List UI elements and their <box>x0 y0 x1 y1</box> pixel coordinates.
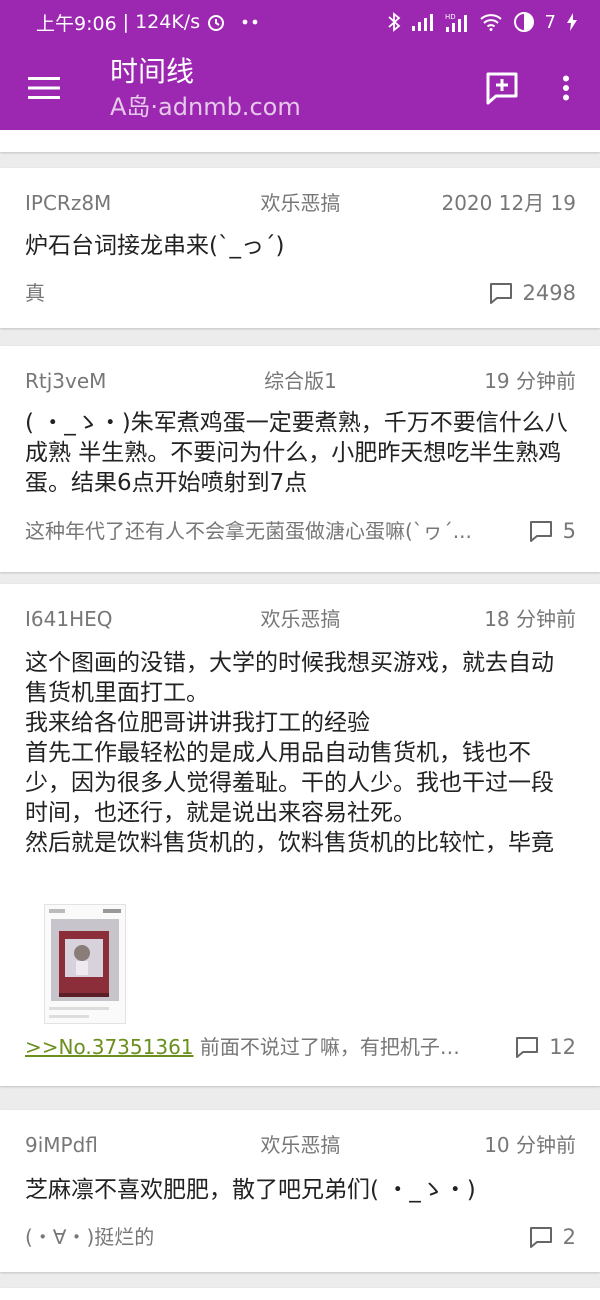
status-divider: | <box>122 11 130 33</box>
post-card[interactable]: IPCRz8M 欢乐恶搞 2020 12月 19 炉石台词接龙串来(`_っ´) … <box>0 168 600 328</box>
comment-icon <box>529 521 552 542</box>
post-image-thumbnail[interactable] <box>44 904 126 1024</box>
post-card-partial[interactable] <box>0 130 600 152</box>
post-card-partial[interactable] <box>0 1288 600 1300</box>
page-subtitle: A岛·adnmb.com <box>110 93 301 121</box>
wifi-icon <box>479 13 503 31</box>
post-time: 19 分钟前 <box>484 369 576 393</box>
post-footer: 这种年代了还有人不会拿无菌蛋做溏心蛋嘛(`ヮ´... 5 <box>25 516 576 546</box>
battery-saver-icon <box>513 11 535 33</box>
reply-count-value: 2 <box>562 1225 576 1249</box>
post-header: IPCRz8M 欢乐恶搞 2020 12月 19 <box>25 188 576 218</box>
timeline-feed[interactable]: IPCRz8M 欢乐恶搞 2020 12月 19 炉石台词接龙串来(`_っ´) … <box>0 130 600 1300</box>
reply-count-value: 5 <box>562 519 576 543</box>
quote-link[interactable]: >>No.37351361 <box>25 1035 194 1059</box>
post-header: 9iMPdfl 欢乐恶搞 10 分钟前 <box>25 1130 576 1160</box>
post-card[interactable]: Rtj3veM 综合版1 19 分钟前 ( ・_ゝ・)朱军煮鸡蛋一定要煮熟，千万… <box>0 346 600 572</box>
status-speed: 124K/s <box>135 11 201 33</box>
title-block: 时间线 A岛·adnmb.com <box>110 54 301 124</box>
reply-count: 2498 <box>489 278 576 308</box>
app-bar: 时间线 A岛·adnmb.com <box>0 44 600 130</box>
post-content: ( ・_ゝ・)朱军煮鸡蛋一定要煮熟，千万不要信什么八成熟 半生熟。不要问为什么，… <box>25 410 568 496</box>
charging-icon <box>566 13 578 31</box>
post-time: 18 分钟前 <box>484 607 576 631</box>
post-time: 10 分钟前 <box>484 1133 576 1157</box>
post-footer: (・∀・)挺烂的 2 <box>25 1222 576 1252</box>
status-bar: 上午9:06 | 124K/s HD 7 <box>0 0 600 44</box>
latest-reply-preview: (・∀・)挺烂的 <box>25 1225 155 1249</box>
latest-reply-preview: 真 <box>25 281 45 305</box>
post-card[interactable]: I641HEQ 欢乐恶搞 18 分钟前 这个图画的没错，大学的时候我想买游戏，就… <box>0 584 600 1086</box>
reply-count: 2 <box>529 1222 576 1252</box>
post-content: 炉石台词接龙串来(`_っ´) <box>25 233 285 259</box>
latest-reply-text: 前面不说过了嘛，有把机子整... <box>199 1035 476 1059</box>
vending-machine-image <box>45 905 125 1023</box>
bluetooth-icon <box>387 12 401 32</box>
reply-count-value: 12 <box>549 1035 576 1059</box>
post-content: 芝麻凛不喜欢肥肥，散了吧兄弟们( ・_ゝ・) <box>25 1177 476 1203</box>
alarm-icon <box>206 12 226 32</box>
latest-reply-preview: 这种年代了还有人不会拿无菌蛋做溏心蛋嘛(`ヮ´... <box>25 519 472 543</box>
post-footer: >>No.37351361 前面不说过了嘛，有把机子整... 12 <box>25 1032 576 1062</box>
post-header: I641HEQ 欢乐恶搞 18 分钟前 <box>25 604 576 634</box>
comment-icon <box>489 283 512 304</box>
page-title: 时间线 <box>110 55 195 88</box>
new-post-icon <box>486 72 518 105</box>
post-footer: 真 2498 <box>25 278 576 308</box>
more-vert-icon <box>563 75 569 101</box>
reply-count-value: 2498 <box>522 281 576 305</box>
svg-text:HD: HD <box>445 13 456 21</box>
comment-icon <box>516 1037 539 1058</box>
signal-icon <box>411 13 435 31</box>
comment-icon <box>529 1227 552 1248</box>
new-post-button[interactable] <box>480 66 524 110</box>
post-card[interactable]: 9iMPdfl 欢乐恶搞 10 分钟前 芝麻凛不喜欢肥肥，散了吧兄弟们( ・_ゝ… <box>0 1110 600 1272</box>
more-notifications-icon <box>242 19 258 25</box>
top-bar: 上午9:06 | 124K/s HD 7 时间线 A岛·adnmb.com <box>0 0 600 130</box>
status-time: 上午9:06 <box>36 12 117 35</box>
hd-signal-icon: HD <box>445 12 469 32</box>
battery-level: 7 <box>544 11 556 33</box>
post-time: 2020 12月 19 <box>441 191 576 215</box>
menu-button[interactable] <box>22 66 66 110</box>
hamburger-menu-icon <box>28 77 60 99</box>
reply-count: 5 <box>529 516 576 546</box>
post-content: 这个图画的没错，大学的时候我想买游戏，就去自动售货机里面打工。 我来给各位肥哥讲… <box>25 650 554 856</box>
reply-count: 12 <box>515 1032 576 1062</box>
latest-reply-preview: >>No.37351361 前面不说过了嘛，有把机子整... <box>25 1032 476 1062</box>
more-options-button[interactable] <box>548 66 584 110</box>
post-header: Rtj3veM 综合版1 19 分钟前 <box>25 366 576 396</box>
